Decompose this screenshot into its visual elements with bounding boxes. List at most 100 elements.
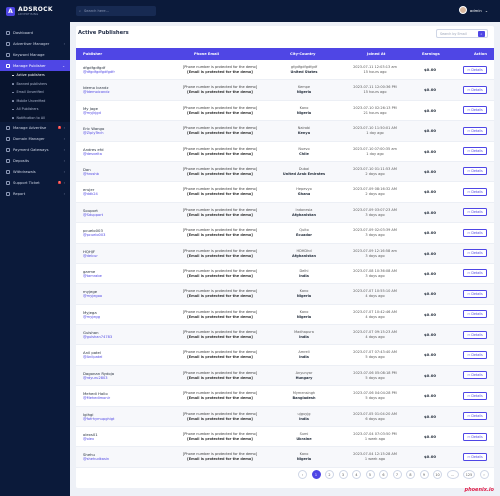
details-button[interactable]: ▭ Details	[463, 330, 487, 339]
contact-cell: [Phone number is protected for the demo]…	[164, 106, 276, 116]
page-button[interactable]: 7	[392, 470, 402, 479]
table-search-input[interactable]: Search by Email ⌕	[436, 29, 488, 38]
table-row: dfgdfgdfgdf @dfgdfgdfgdfgdfr [Phone number…	[76, 60, 494, 81]
megaphone-icon	[6, 125, 10, 130]
dot-icon	[12, 117, 14, 119]
page-button[interactable]: 10	[433, 470, 442, 479]
details-button[interactable]: ▭ Details	[463, 228, 487, 237]
publisher-username-link[interactable]: @myjegoo	[83, 294, 153, 298]
publisher-username-link[interactable]: @Mehedimonir	[83, 396, 153, 400]
details-button[interactable]: ▭ Details	[463, 65, 487, 74]
page-button[interactable]: 125	[463, 470, 475, 479]
details-button[interactable]: ▭ Details	[463, 391, 487, 400]
details-button[interactable]: ▭ Details	[463, 452, 487, 461]
submenu-all-publishers[interactable]: All Publishers	[0, 105, 70, 114]
sidebar-item-support-ticket[interactable]: Support Ticket! ›	[0, 177, 70, 188]
details-button[interactable]: ▭ Details	[463, 310, 487, 319]
joined-ago: 2 days ago	[365, 171, 385, 176]
publisher-username-link[interactable]: @Anilpatel	[83, 355, 153, 359]
details-button[interactable]: ▭ Details	[463, 167, 487, 176]
key-icon	[6, 52, 10, 57]
submenu-mobile-unverified[interactable]: Mobile Unverified	[0, 97, 70, 106]
sidebar-item-dashboard[interactable]: Dashboard	[0, 27, 70, 38]
page-button[interactable]: 8	[406, 470, 415, 479]
sidebar-item-deposits[interactable]: Deposits ›	[0, 155, 70, 166]
details-button[interactable]: ▭ Details	[463, 106, 487, 115]
joined-cell: 2023-07-07 10:42:46 AM 4 days ago	[342, 310, 408, 320]
users-icon	[6, 63, 10, 68]
publisher-username-link[interactable]: @myjkjgd	[83, 111, 153, 115]
publisher-username-link[interactable]: @olex	[83, 437, 153, 441]
email-text: [Email is protected for the demo]	[187, 335, 253, 340]
publisher-username-link[interactable]: @Idemoicandz	[83, 90, 153, 94]
sidebar-item-manage-publisher[interactable]: Manage Publisher ⌄	[0, 60, 70, 71]
alert-badge: !	[57, 180, 61, 185]
page-button[interactable]: 4	[352, 470, 361, 479]
desktop-icon: ▭	[467, 352, 471, 357]
search-input[interactable]: ⌕ Search here...	[76, 6, 156, 16]
details-button[interactable]: ▭ Details	[463, 289, 487, 298]
contact-cell: [Phone number is protected for the demo]…	[164, 208, 276, 218]
details-button[interactable]: ▭ Details	[463, 187, 487, 196]
publisher-username-link[interactable]: @fofrhymupghigt	[83, 417, 153, 421]
details-button[interactable]: ▭ Details	[463, 350, 487, 359]
publisher-username-link[interactable]: @ddk24	[83, 192, 153, 196]
publisher-username-link[interactable]: @delcur	[83, 254, 153, 258]
publisher-username-link[interactable]: @rdyuru2803	[83, 376, 153, 380]
sidebar-item-payment-gateways[interactable]: Payment Gateways ›	[0, 144, 70, 155]
publisher-username-link[interactable]: @ZiplyTech	[83, 131, 153, 135]
publisher-username-link[interactable]: @shehudkasin	[83, 457, 153, 461]
city-country-cell: Delhi India	[272, 269, 336, 279]
joined-ago: 3 days ago	[365, 233, 385, 238]
submenu-notification-to-all[interactable]: Notification to All	[0, 114, 70, 123]
sidebar-item-keyword-manage[interactable]: Keyword Manage	[0, 49, 70, 60]
sidebar-item-manage-advertise[interactable]: Manage Advertise! ›	[0, 122, 70, 133]
submenu-active-publishers[interactable]: Active publishers	[0, 71, 70, 80]
publisher-username-link[interactable]: @myjegg	[83, 315, 153, 319]
page-button[interactable]: 5	[365, 470, 375, 479]
joined-cell: 2023-07-09 02:03:39 AM 3 days ago	[342, 228, 408, 238]
page-button[interactable]: 9	[419, 470, 429, 479]
publisher-username-link[interactable]: @Sdupport	[83, 213, 153, 217]
user-menu[interactable]: admin ⌄	[458, 6, 488, 14]
page-button[interactable]: 1	[311, 470, 321, 479]
submenu-banned-publishers[interactable]: Banned publishers	[0, 80, 70, 89]
report-icon	[6, 191, 10, 196]
sidebar-item-withdrawals[interactable]: Withdrawals ›	[0, 166, 70, 177]
header-earnings: Earnings	[422, 52, 440, 56]
publisher-username-link[interactable]: @desvelta	[83, 152, 153, 156]
details-button[interactable]: ▭ Details	[463, 126, 487, 135]
brand-logo[interactable]: A ADSROCK ADVERTISING	[0, 0, 70, 22]
details-button[interactable]: ▭ Details	[463, 412, 487, 421]
joined-ago: 1 week ago	[364, 437, 386, 442]
earnings-value: $0.00	[423, 372, 436, 378]
publisher-username-link[interactable]: @tamrabe	[83, 274, 153, 278]
page-button[interactable]: 3	[338, 470, 348, 479]
page-button[interactable]: 6	[379, 470, 388, 479]
joined-cell: 2023-07-10 02:26:13 PM 21 hours ago	[342, 106, 408, 116]
prev-page-button[interactable]: ‹	[298, 470, 307, 479]
publisher-username-link[interactable]: @gulshan74783	[83, 335, 153, 339]
sidebar-item-advertiser-manager[interactable]: Advertiser Manager ›	[0, 38, 70, 49]
users-icon	[6, 41, 10, 46]
details-button[interactable]: ▭ Details	[463, 269, 487, 278]
details-button[interactable]: ▭ Details	[463, 85, 487, 94]
publisher-username-link[interactable]: @hroshb	[83, 172, 153, 176]
page-button[interactable]: 2	[325, 470, 334, 479]
details-button[interactable]: ▭ Details	[463, 371, 487, 380]
search-icon[interactable]: ⌕	[478, 31, 485, 37]
submenu-email-unverified[interactable]: Email Unverified	[0, 88, 70, 97]
wallet-icon	[6, 158, 10, 163]
sidebar-item-report[interactable]: Report ›	[0, 188, 70, 199]
sidebar-item-domain-manager[interactable]: Domain Manager ›	[0, 133, 70, 144]
publisher-cell: myjege @myjegoo	[83, 289, 153, 298]
details-button[interactable]: ▭ Details	[463, 208, 487, 217]
next-page-button[interactable]: ›	[479, 470, 489, 479]
city-country-cell: Quito Ecuador	[272, 228, 336, 238]
joined-ago: 15 hours ago	[363, 90, 387, 95]
publisher-username-link[interactable]: @dfgdfgdfgdfgdfr	[83, 70, 153, 74]
details-button[interactable]: ▭ Details	[463, 249, 487, 258]
details-button[interactable]: ▭ Details	[463, 432, 487, 441]
details-button[interactable]: ▭ Details	[463, 147, 487, 156]
publisher-username-link[interactable]: @pcuelo003	[83, 233, 153, 237]
